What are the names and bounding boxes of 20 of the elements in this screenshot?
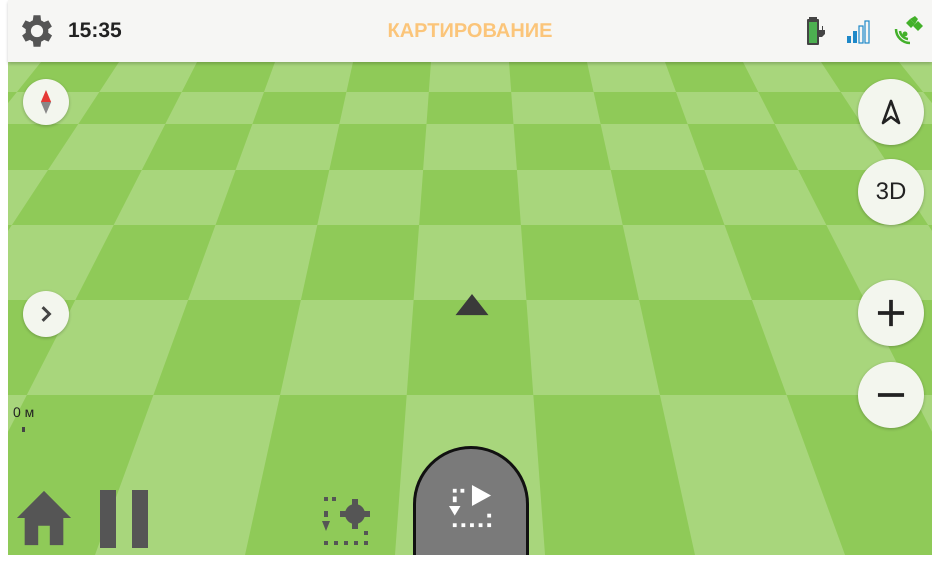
vehicle-marker-icon bbox=[453, 294, 491, 316]
scale-bar bbox=[22, 427, 25, 432]
home-icon[interactable] bbox=[15, 490, 73, 546]
view-mode-button[interactable]: 3D bbox=[858, 159, 924, 225]
satellite-icon bbox=[892, 15, 924, 47]
navigation-button[interactable] bbox=[858, 79, 924, 145]
compass-icon bbox=[40, 89, 52, 115]
clock-time: 15:35 bbox=[68, 19, 122, 43]
record-play-icon bbox=[449, 485, 493, 529]
plus-icon bbox=[877, 299, 905, 327]
scale-label: 0 м bbox=[13, 404, 34, 420]
pause-icon[interactable] bbox=[100, 490, 148, 548]
compass-button[interactable] bbox=[23, 79, 69, 125]
record-settings-icon[interactable] bbox=[322, 497, 372, 547]
navigation-arrow-icon bbox=[881, 99, 901, 125]
chevron-right-icon bbox=[40, 305, 52, 323]
zoom-out-button[interactable] bbox=[858, 362, 924, 428]
battery-charging-icon bbox=[806, 16, 828, 46]
minus-icon bbox=[877, 393, 905, 397]
screen-title: КАРТИРОВАНИЕ bbox=[388, 20, 552, 42]
